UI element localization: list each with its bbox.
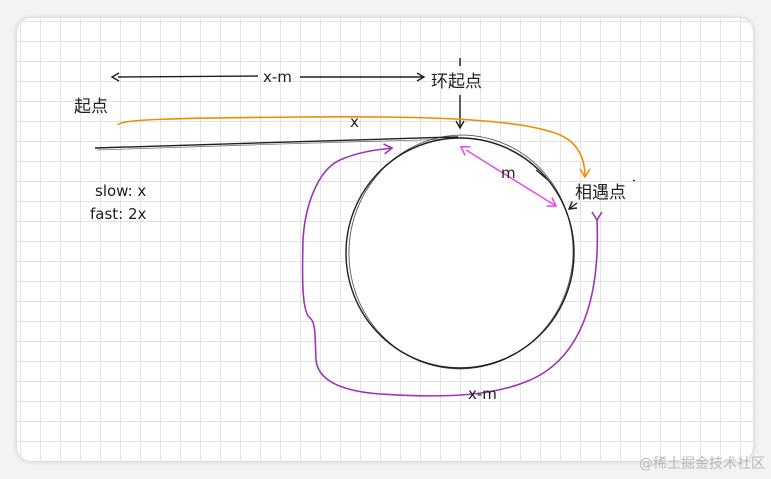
slow-label: slow: x — [95, 182, 146, 200]
list-line — [94, 136, 459, 149]
meet-point-label: 相遇点 — [575, 183, 626, 203]
bottom-span-label: x-m — [468, 385, 497, 403]
canvas: x-m 环起点 起点 x m 相遇点 slow: x fast: 2x x-m … — [0, 0, 771, 479]
top-span-label: x-m — [263, 68, 292, 86]
m-label: m — [501, 164, 516, 182]
fast-label: fast: 2x — [90, 205, 147, 223]
loop-start-label: 环起点 — [431, 72, 482, 92]
cycle-circle — [345, 134, 575, 370]
watermark: @稀土掘金技术社区 — [639, 456, 765, 472]
meet-point-arrow — [567, 201, 578, 210]
start-label: 起点 — [74, 97, 108, 117]
cycle-diagram: x-m 环起点 起点 x m 相遇点 slow: x fast: 2x x-m — [74, 58, 636, 403]
x-label: x — [350, 113, 359, 131]
